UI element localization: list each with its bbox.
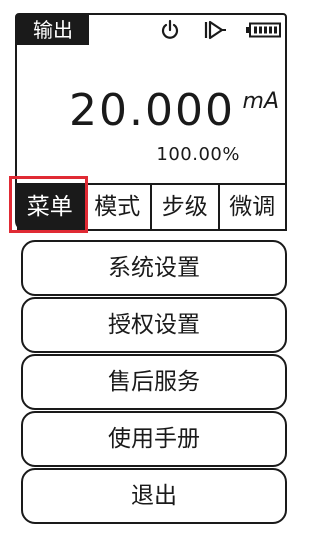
menu-item-exit[interactable]: 退出 [21,468,287,524]
output-value: 20.000 [69,85,235,136]
menu-item-license-settings[interactable]: 授权设置 [21,297,287,353]
reading-row: 20.000 mA [17,85,285,145]
output-unit: mA [242,89,279,114]
tab-menu[interactable]: 菜单 [17,185,83,231]
function-tabs: 菜单 模式 步级 微调 [17,183,285,231]
tab-mode[interactable]: 模式 [82,185,151,231]
mode-label: 输出 [17,15,89,45]
menu-list: 系统设置 授权设置 售后服务 使用手册 退出 [21,240,287,525]
device-screen: 输出 20.000 mA 100.00% 菜单 模式 步级 微调 [15,13,287,231]
battery-icon [246,22,282,42]
menu-item-user-manual[interactable]: 使用手册 [21,411,287,467]
menu-item-system-settings[interactable]: 系统设置 [21,240,287,296]
output-arrow-icon [203,19,227,45]
output-percent: 100.00% [156,144,240,165]
tab-fine-tune[interactable]: 微调 [217,185,286,231]
power-icon [159,19,181,45]
status-bar: 输出 [17,15,285,45]
menu-item-after-sales[interactable]: 售后服务 [21,354,287,410]
tab-step[interactable]: 步级 [150,185,218,231]
